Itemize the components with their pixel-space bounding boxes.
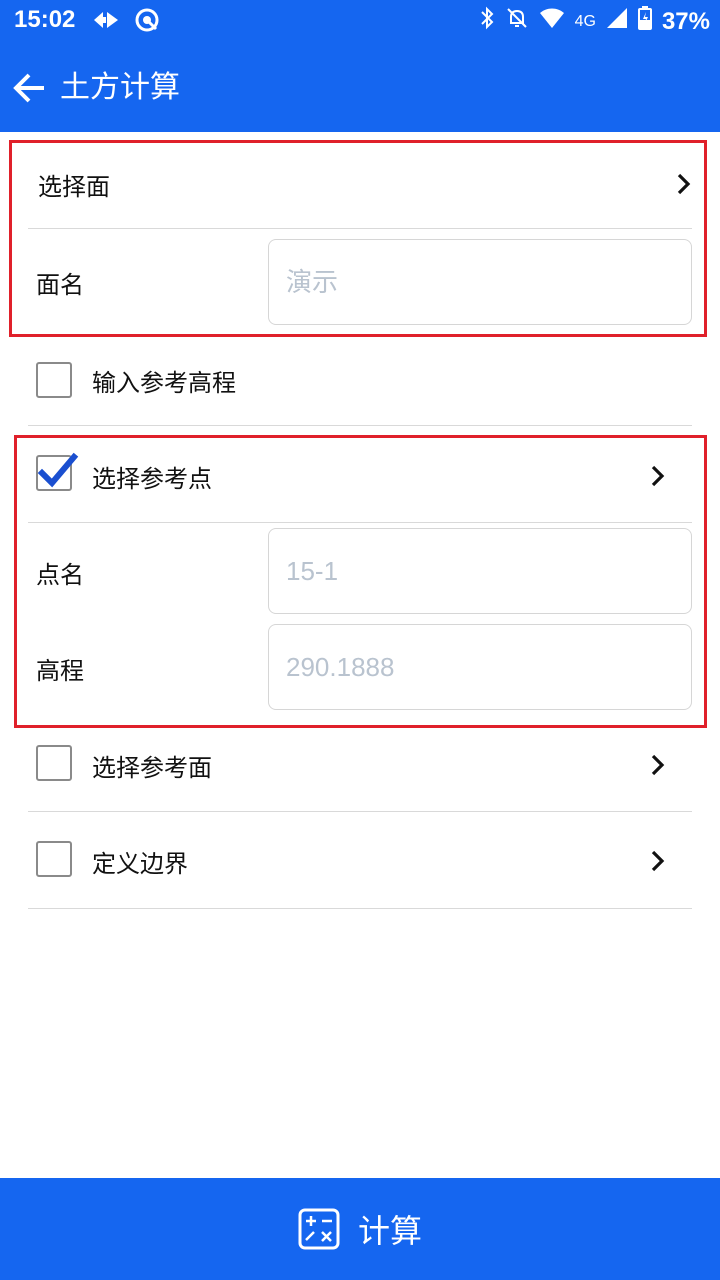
select-surface-row[interactable]: 选择面 (28, 140, 692, 228)
app-bar: 土方计算 (0, 44, 720, 132)
define-boundary-row[interactable]: 定义边界 (28, 816, 692, 906)
signal-icon (606, 7, 628, 36)
divider (28, 522, 692, 523)
wifi-icon (539, 7, 565, 36)
divider (28, 228, 692, 229)
bell-off-icon (505, 6, 529, 37)
status-bar: 15:02 4G 37% (0, 0, 720, 44)
divider (28, 908, 692, 909)
surface-name-input[interactable] (269, 240, 691, 324)
arrow-left-icon (13, 73, 44, 103)
select-ref-point-checkbox[interactable] (36, 452, 79, 491)
checkmark-icon (37, 452, 79, 488)
divider (28, 425, 692, 426)
chevron-right-icon (651, 850, 665, 872)
calculate-button[interactable]: 计算 (0, 1178, 720, 1280)
divider (28, 811, 692, 812)
surface-name-field[interactable] (268, 239, 692, 325)
input-ref-elevation-label: 输入参考高程 (92, 368, 236, 397)
select-ref-point-row[interactable]: 选择参考点 (28, 432, 692, 520)
chevron-right-icon (677, 173, 691, 195)
select-ref-surface-label: 选择参考面 (92, 753, 212, 782)
input-ref-elevation-checkbox[interactable] (36, 362, 72, 398)
calculate-label: 计算 (357, 1212, 422, 1250)
network-type: 4G (574, 12, 596, 30)
select-ref-surface-row[interactable]: 选择参考面 (28, 720, 692, 810)
elevation-label: 高程 (36, 656, 84, 685)
forward-icon (92, 9, 120, 35)
point-name-label: 点名 (36, 560, 84, 589)
surface-name-label: 面名 (36, 270, 84, 299)
battery-charging-icon (637, 6, 652, 37)
point-name-field[interactable] (268, 528, 692, 614)
status-time: 15:02 (14, 6, 76, 33)
calculator-icon (298, 1208, 340, 1250)
bluetooth-icon (479, 6, 495, 37)
chevron-right-icon (651, 754, 665, 776)
elevation-input[interactable] (269, 625, 691, 709)
define-boundary-checkbox[interactable] (36, 841, 72, 877)
input-ref-elevation-row[interactable]: 输入参考高程 (28, 336, 692, 424)
back-button[interactable] (10, 68, 50, 108)
define-boundary-label: 定义边界 (92, 849, 188, 878)
battery-level: 37% (661, 7, 710, 35)
select-ref-point-label: 选择参考点 (92, 464, 212, 493)
point-name-input[interactable] (269, 529, 691, 613)
page-title: 土方计算 (60, 70, 180, 105)
chevron-right-icon (651, 465, 665, 487)
select-surface-label: 选择面 (38, 172, 110, 201)
elevation-field[interactable] (268, 624, 692, 710)
select-ref-surface-checkbox[interactable] (36, 745, 72, 781)
target-icon (134, 7, 160, 37)
